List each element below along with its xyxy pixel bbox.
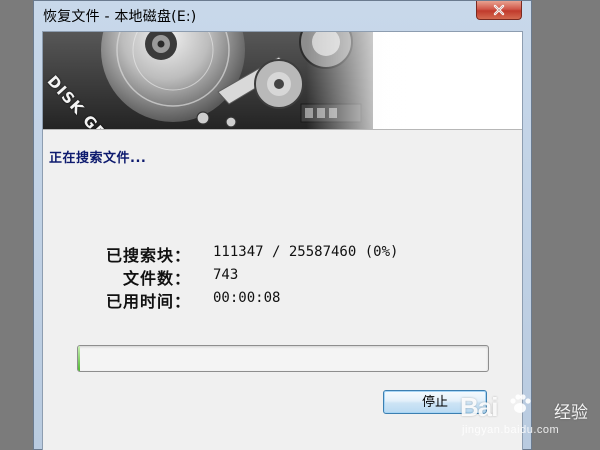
status-message: 正在搜索文件... [49,151,147,166]
watermark-jingyan: 经验 [554,403,588,423]
title-bar[interactable]: 恢复文件 - 本地磁盘(E:) [34,1,531,31]
stat-row-searched-blocks: 已搜索块： 111347 / 25587460 (0%) [43,242,522,265]
stat-label: 文件数： [122,269,191,288]
disk-genius-banner: DISK GENIUS [43,32,522,129]
stat-value: 743 [213,267,239,283]
hard-disk-image [43,32,522,129]
close-icon [493,4,505,16]
search-progress-bar [77,345,489,372]
dialog-body: DISK GENIUS 正在搜索文件... 已搜索块： 111347 / 255… [42,31,523,450]
close-button[interactable] [476,1,522,20]
stat-row-file-count: 文件数： 743 [43,265,522,288]
window-title: 恢复文件 - 本地磁盘(E:) [43,9,197,25]
banner-divider [43,129,522,130]
stat-row-elapsed-time: 已用时间： 00:00:08 [43,288,522,311]
stat-label: 已用时间： [105,292,191,311]
stat-label: 已搜索块： [105,246,191,265]
stat-value: 111347 / 25587460 (0%) [213,244,399,260]
recover-files-dialog: 恢复文件 - 本地磁盘(E:) 正在搜索文件... 已搜索块： 111347 /… [33,0,532,450]
progress-fill [78,346,80,371]
desktop-background: 恢复文件 - 本地磁盘(E:) 正在搜索文件... 已搜索块： 111347 /… [0,0,600,450]
stop-button[interactable]: 停止 [383,390,487,414]
stat-value: 00:00:08 [213,290,281,306]
